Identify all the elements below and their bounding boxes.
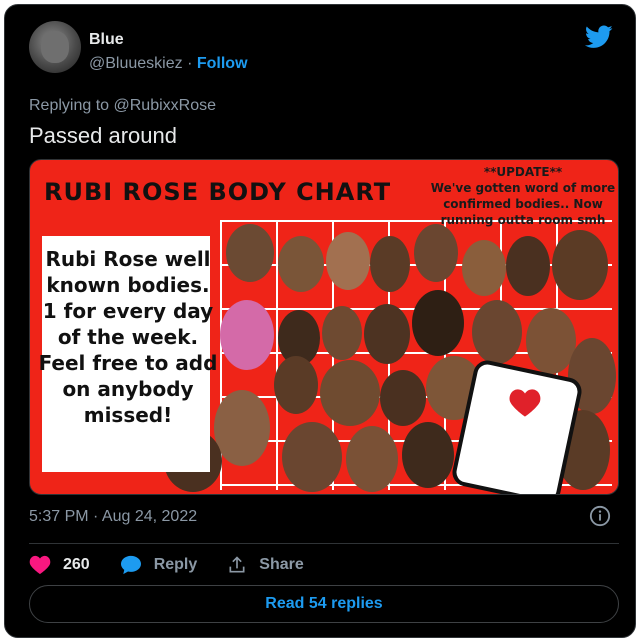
face-3 [326,232,370,290]
face-4 [370,236,410,292]
share-label: Share [259,556,304,573]
follow-button[interactable]: Follow [197,55,248,72]
avatar[interactable] [29,21,81,73]
share-icon [229,556,245,573]
face-21 [214,390,270,466]
handle-row: @Bluueskiez · Follow [89,55,248,73]
twitter-bird-icon[interactable] [585,25,613,49]
face-24 [346,426,398,492]
body-line: missed! [83,403,173,427]
separator: · [187,55,193,72]
avatar-face [41,31,69,63]
face-25 [402,422,454,488]
display-name[interactable]: Blue [89,31,124,49]
user-handle[interactable]: @Bluueskiez [89,55,183,72]
face-5 [414,224,458,282]
like-count: 260 [63,556,90,573]
reply-button[interactable]: Reply [120,555,198,575]
heart-graphic-icon [509,389,541,417]
body-text: Rubi Rose well known bodies. 1 for every… [38,246,218,428]
body-line: 1 for every day [42,299,214,323]
face-11 [322,306,362,360]
replying-to[interactable]: Replying to @RubixxRose [29,97,216,115]
body-line: Feel free to add [38,351,218,375]
tweet-image[interactable]: RUBI ROSE BODY CHART **UPDATE** We've go… [29,159,619,495]
update-title: **UPDATE** [483,165,563,179]
face-6 [462,240,506,296]
read-replies-button[interactable]: Read 54 replies [29,585,619,623]
update-text: We've gotten word of more confirmed bodi… [430,181,616,227]
body-line: on anybody [62,377,194,401]
face-23 [282,422,342,492]
chart-title: RUBI ROSE BODY CHART [44,178,392,206]
face-16 [274,356,318,414]
face-7 [506,236,550,296]
action-bar: 260 Reply Share [29,553,334,577]
face-14 [472,300,522,364]
share-button[interactable]: Share [227,555,304,575]
speech-bubble-icon [120,555,141,575]
face-12 [364,304,410,364]
face-18 [380,370,426,426]
timestamp[interactable]: 5:37 PM · Aug 24, 2022 [29,508,197,526]
body-line: Rubi Rose well [45,247,211,271]
face-17 [320,360,380,426]
divider [29,543,619,544]
update-note: **UPDATE** We've gotten word of more con… [428,164,618,228]
like-button[interactable]: 260 [29,555,90,575]
tweet-text: Passed around [29,123,177,148]
heart-icon [29,555,51,575]
face-2 [278,236,324,292]
body-line: of the week. [57,325,199,349]
face-1 [226,224,274,282]
face-13 [412,290,464,356]
info-icon[interactable] [589,505,611,527]
body-line: known bodies. [46,273,210,297]
reply-label: Reply [153,556,198,573]
face-8 [552,230,608,300]
face-9 [220,300,274,370]
tweet-card: Blue @Bluueskiez · Follow Replying to @R… [4,4,636,638]
